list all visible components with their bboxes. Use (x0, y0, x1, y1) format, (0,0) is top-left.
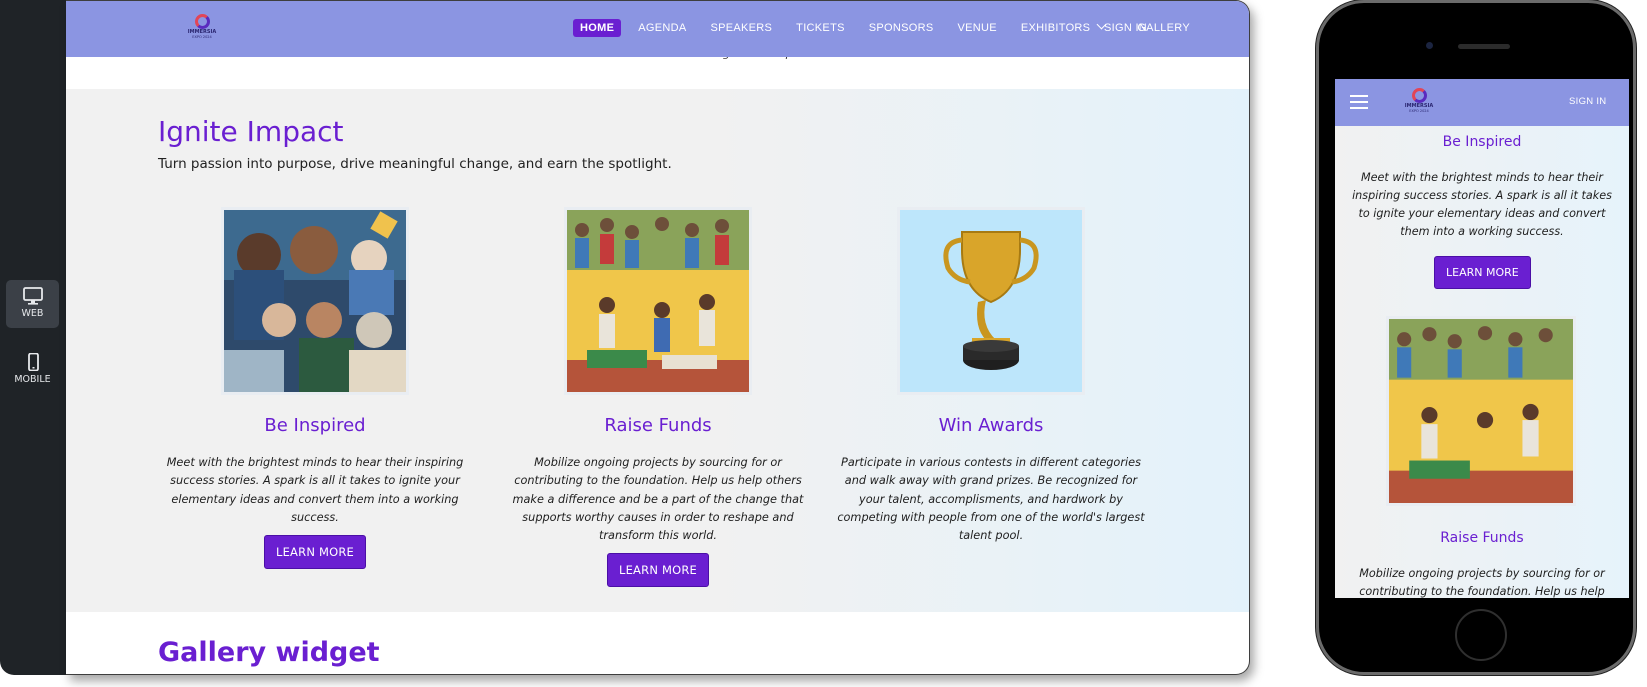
crowd-fundraiser-artwork (1386, 316, 1576, 506)
trophy-image (897, 207, 1085, 395)
nav-exhibitors-label: EXHIBITORS (1020, 22, 1091, 34)
section-subtitle: Turn passion into purpose, drive meaning… (158, 156, 672, 172)
logo-tagline: EXPO 2024 (192, 35, 212, 39)
card-title: Raise Funds (604, 415, 712, 436)
nav-exhibitors[interactable]: EXHIBITORS (1014, 19, 1112, 37)
mobile-card-description: Meet with the brightest minds to hear th… (1352, 171, 1612, 238)
learn-more-button[interactable]: LEARN MORE (606, 553, 710, 588)
crowd-fundraiser-artwork (564, 207, 752, 395)
speaker-grille (1458, 44, 1510, 49)
card-description: Mobilize ongoing projects by sourcing fo… (512, 456, 804, 543)
mobile-navigation-bar: IMMERSIA EXPO 2024 SIGN IN (1335, 79, 1629, 126)
web-view-button[interactable]: WEB (6, 280, 59, 328)
nav-venue[interactable]: VENUE (950, 19, 1003, 37)
mobile-preview-device: Be Inspired Meet with the brightest mind… (1316, 0, 1636, 675)
mobile-view-label: MOBILE (14, 374, 51, 385)
card-win-awards: Win Awards Participate in various contes… (826, 207, 1156, 545)
immersia-logo[interactable]: IMMERSIA EXPO 2024 (183, 14, 221, 44)
card-title: Win Awards (938, 415, 1044, 436)
nav-home[interactable]: HOME (573, 19, 622, 37)
card-description: Meet with the brightest minds to hear th… (166, 456, 464, 524)
mobile-sign-in-link[interactable]: SIGN IN (1569, 96, 1606, 107)
nav-tickets[interactable]: TICKETS (789, 19, 852, 37)
mobile-card-description: Mobilize ongoing projects by sourcing fo… (1359, 567, 1605, 598)
top-navigation-bar: IMMERSIA EXPO 2024 HOME AGENDA SPEAKERS … (66, 1, 1249, 57)
inspired-people-artwork (221, 207, 409, 395)
logo-tagline: EXPO 2024 (1409, 109, 1429, 113)
mobile-card-title: Be Inspired (1442, 134, 1522, 150)
learn-more-button[interactable]: LEARN MORE (263, 535, 367, 570)
web-view-label: WEB (21, 308, 44, 319)
trophy-icon (900, 210, 1082, 392)
logo-mark-icon (194, 14, 210, 29)
nav-speakers[interactable]: SPEAKERS (703, 19, 779, 37)
nav-agenda[interactable]: AGENDA (631, 19, 693, 37)
mobile-learn-more-button[interactable]: LEARN MORE (1434, 256, 1531, 289)
section-title: Ignite Impact (158, 115, 344, 148)
hamburger-menu-icon[interactable] (1350, 95, 1368, 109)
card-description: Participate in various contests in diffe… (837, 456, 1145, 543)
monitor-icon (22, 287, 43, 305)
card-be-inspired: Be Inspired Meet with the brightest mind… (150, 207, 480, 570)
preview-stage: WEB MOBILE world's largest talent pool. … (0, 0, 1647, 687)
logo-mark-icon (1411, 88, 1427, 103)
phone-icon (27, 353, 39, 371)
camera-icon (1426, 42, 1433, 49)
sign-in-link[interactable]: SIGN IN (1104, 22, 1147, 34)
desktop-preview-window: world's largest talent pool. Ignite Impa… (66, 0, 1250, 675)
immersia-logo[interactable]: IMMERSIA EXPO 2024 (1400, 88, 1438, 118)
gallery-widget-title: Gallery widget (158, 637, 380, 668)
mobile-screen: Be Inspired Meet with the brightest mind… (1335, 79, 1629, 598)
home-button[interactable] (1455, 609, 1507, 661)
card-title: Be Inspired (264, 415, 366, 436)
mobile-card-title: Raise Funds (1440, 530, 1524, 546)
ignite-impact-section: Ignite Impact Turn passion into purpose,… (66, 89, 1249, 612)
card-raise-funds: Raise Funds Mobilize ongoing projects by… (493, 207, 823, 588)
nav-sponsors[interactable]: SPONSORS (862, 19, 941, 37)
device-switcher-rail: WEB MOBILE (0, 0, 66, 675)
mobile-view-button[interactable]: MOBILE (6, 346, 59, 394)
